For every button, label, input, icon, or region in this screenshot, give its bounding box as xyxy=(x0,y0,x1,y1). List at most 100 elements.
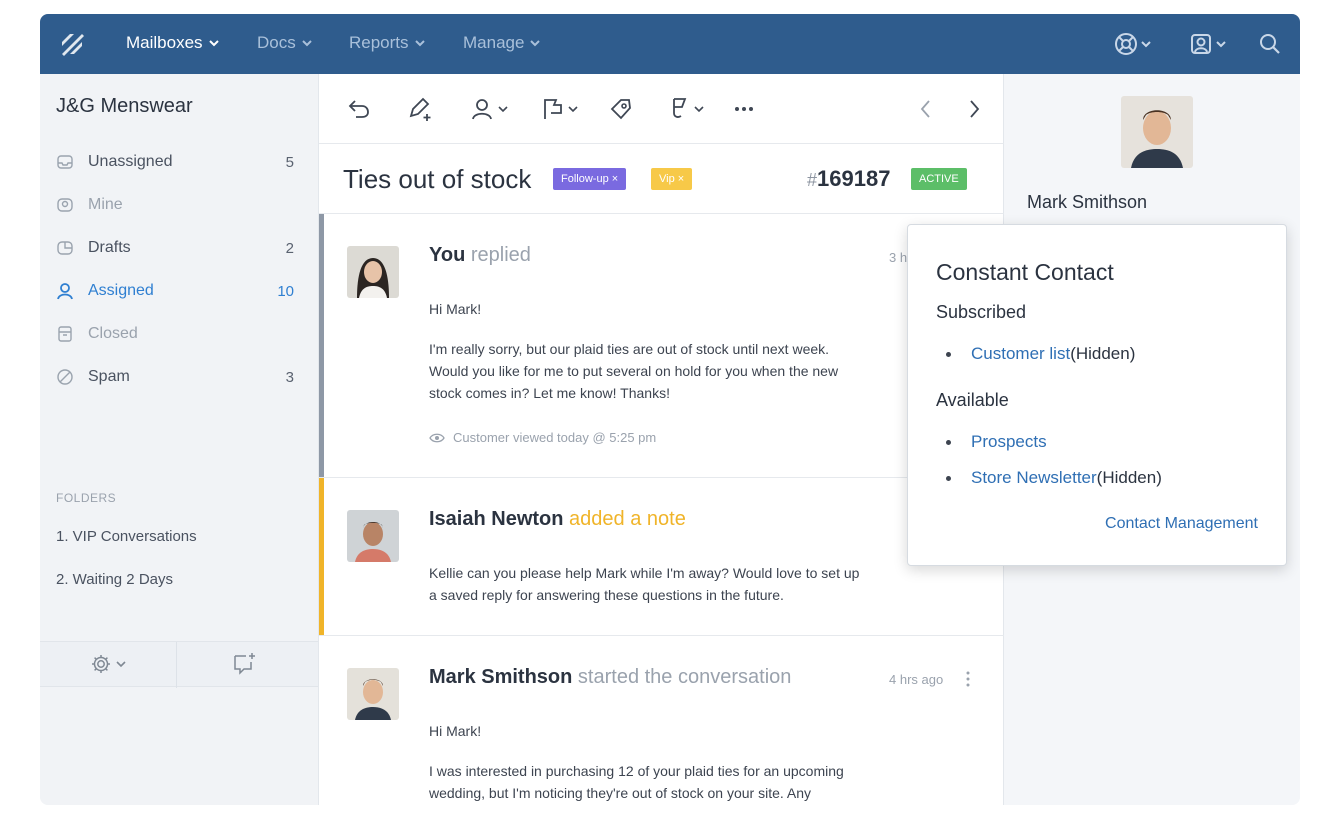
body-line: I was interested in purchasing 12 of you… xyxy=(429,763,844,779)
thread-body: I was interested in purchasing 12 of you… xyxy=(429,760,844,804)
person-icon xyxy=(57,283,73,300)
integration-popover: Constant Contact Subscribed Customer lis… xyxy=(907,224,1287,566)
sidebar-item-mine[interactable]: Mine xyxy=(56,192,294,218)
nav-manage-label: Manage xyxy=(463,33,525,52)
nav-reports[interactable]: Reports xyxy=(349,33,425,53)
thread-action: replied xyxy=(470,244,531,266)
list-suffix: (Hidden) xyxy=(1070,344,1136,363)
ticket-number: #169187 xyxy=(807,166,890,192)
customer-name: Mark Smithson xyxy=(1027,192,1148,212)
chevron-down-icon xyxy=(498,106,508,113)
avatar xyxy=(347,510,399,562)
list-item: Store Newsletter (Hidden) xyxy=(946,468,1162,488)
sidebar-item-unassigned[interactable]: Unassigned 5 xyxy=(56,149,294,175)
thread-item: Isaiah Newton added a note Kellie can yo… xyxy=(319,478,1005,636)
body-line: Would you like for me to put several on … xyxy=(429,363,839,379)
thread-author: Mark Smithson xyxy=(429,666,573,688)
reply-button[interactable] xyxy=(347,96,371,122)
gear-icon xyxy=(92,655,110,673)
more-actions-button[interactable] xyxy=(733,96,755,122)
list-item: Prospects xyxy=(946,432,1047,452)
add-note-button[interactable] xyxy=(407,96,435,122)
next-conversation-button[interactable] xyxy=(965,96,983,122)
tag-button[interactable] xyxy=(609,96,633,122)
sidebar-item-count: 10 xyxy=(277,282,294,300)
workflow-icon xyxy=(673,98,687,118)
thread-body: Kellie can you please help Mark while I'… xyxy=(429,562,859,606)
nav-mailboxes[interactable]: Mailboxes xyxy=(126,33,219,53)
popover-title: Constant Contact xyxy=(936,259,1114,285)
list-link-store-newsletter[interactable]: Store Newsletter xyxy=(971,468,1097,488)
avatar xyxy=(347,246,399,298)
helpdesk-app: Mailboxes Docs Reports Manage J&G Menswe… xyxy=(40,14,1300,805)
previous-conversation-button[interactable] xyxy=(917,96,935,122)
sidebar-item-label: Drafts xyxy=(88,239,131,256)
bullet xyxy=(946,439,951,445)
thread-greeting: Hi Mark! xyxy=(429,723,482,739)
list-link-prospects[interactable]: Prospects xyxy=(971,432,1047,452)
agent-photo xyxy=(347,246,399,298)
account-icon xyxy=(1191,34,1211,54)
mine-icon xyxy=(57,198,73,212)
folder-item[interactable]: 2. Waiting 2 Days xyxy=(56,571,173,588)
logo-icon[interactable] xyxy=(58,30,86,58)
inbox-icon xyxy=(57,155,73,169)
status-badge[interactable]: ACTIVE xyxy=(911,168,967,190)
body-line: stock comes in? Let me know! Thanks! xyxy=(429,385,670,401)
folder-item[interactable]: 1. VIP Conversations xyxy=(56,528,197,545)
tag-vip[interactable]: Vip × xyxy=(651,168,693,190)
contact-management-link[interactable]: Contact Management xyxy=(1105,515,1258,533)
ticket-hash: # xyxy=(807,170,818,190)
sidebar-item-label: Spam xyxy=(88,368,130,385)
list-link-customer-list[interactable]: Customer list xyxy=(971,344,1070,364)
help-icon xyxy=(1115,33,1137,55)
account-menu-button[interactable] xyxy=(1189,29,1226,59)
help-menu-button[interactable] xyxy=(1114,29,1151,59)
customer-photo xyxy=(1121,96,1193,168)
nav-docs[interactable]: Docs xyxy=(257,33,312,53)
mailbox-sidebar: J&G Menswear Unassigned 5 Mine Drafts 2 … xyxy=(40,74,318,805)
nav-reports-label: Reports xyxy=(349,33,409,52)
search-icon xyxy=(1260,34,1280,54)
chevron-down-icon xyxy=(1216,41,1226,48)
thread-more-icon[interactable] xyxy=(965,670,971,688)
sidebar-item-label: Mine xyxy=(88,196,123,213)
thread-heading: Isaiah Newton added a note xyxy=(429,508,686,531)
compose-icon xyxy=(234,653,255,675)
conversation-subject: Ties out of stock xyxy=(343,164,532,194)
sidebar-item-drafts[interactable]: Drafts 2 xyxy=(56,235,294,261)
chevron-down-icon xyxy=(302,40,312,47)
chevron-down-icon xyxy=(530,40,541,47)
thread-heading: You replied xyxy=(429,244,531,267)
nav-manage[interactable]: Manage xyxy=(463,33,541,53)
mailbox-title[interactable]: J&G Menswear xyxy=(56,95,193,118)
settings-menu-button[interactable] xyxy=(90,653,126,675)
thread-action: added a note xyxy=(569,508,686,530)
more-icon xyxy=(735,107,753,111)
ticket-number-value: 169187 xyxy=(817,166,891,191)
bullet xyxy=(946,475,951,481)
sidebar-item-label: Closed xyxy=(88,325,138,342)
conversation-pane: Ties out of stock Follow-up × Vip × #169… xyxy=(318,74,1005,805)
sidebar-item-assigned[interactable]: Assigned 10 xyxy=(56,278,294,304)
assign-button[interactable] xyxy=(471,96,508,122)
status-button[interactable] xyxy=(541,96,578,122)
thread-heading: Mark Smithson started the conversation xyxy=(429,666,791,689)
chevron-down-icon xyxy=(568,106,578,113)
sidebar-item-spam[interactable]: Spam 3 xyxy=(56,364,294,390)
thread-item: Mark Smithson started the conversation 4… xyxy=(319,636,1005,805)
sidebar-item-count: 5 xyxy=(285,153,294,171)
chevron-down-icon xyxy=(694,106,704,113)
search-button[interactable] xyxy=(1258,29,1282,59)
new-conversation-button[interactable] xyxy=(232,652,258,681)
workflow-button[interactable] xyxy=(669,96,704,122)
reply-icon xyxy=(348,100,369,118)
list-item: Customer list (Hidden) xyxy=(946,344,1135,364)
available-heading: Available xyxy=(936,390,1009,410)
sidebar-item-closed[interactable]: Closed xyxy=(56,321,294,347)
conversation-toolbar xyxy=(319,74,1005,144)
tag-follow-up[interactable]: Follow-up × xyxy=(553,168,627,190)
divider xyxy=(176,642,177,688)
folders-heading: FOLDERS xyxy=(56,491,117,505)
nav-mailboxes-label: Mailboxes xyxy=(126,33,203,52)
